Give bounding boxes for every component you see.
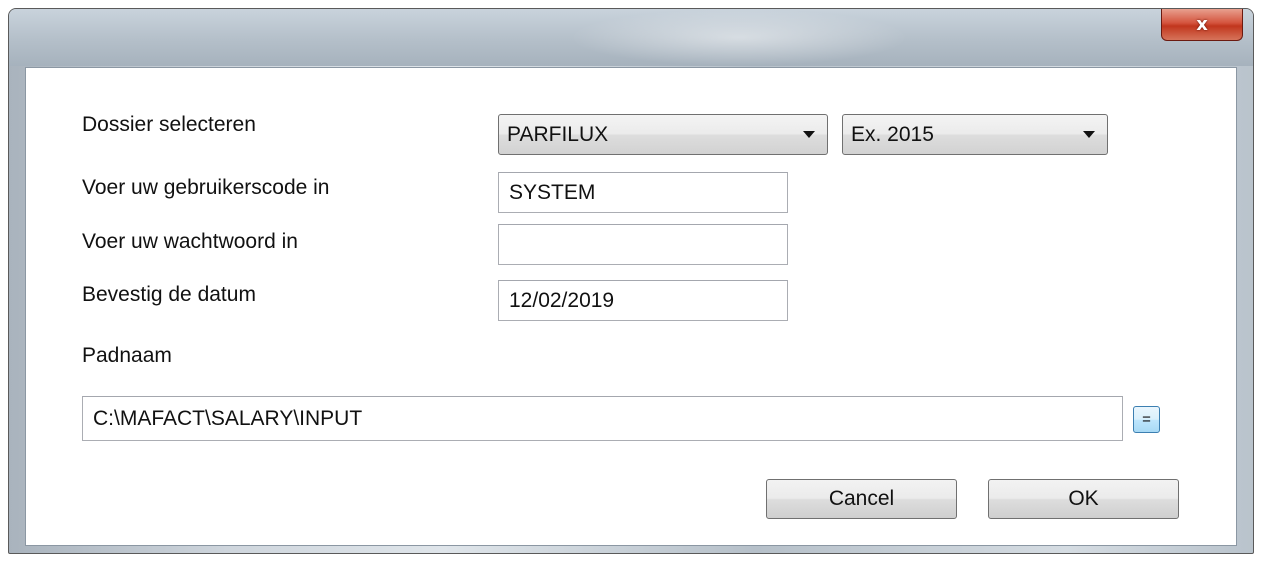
close-button[interactable]: x [1161,9,1243,41]
dialog-client-area: Dossier selecteren PARFILUX Ex. 2015 Voe… [25,67,1237,546]
password-input[interactable] [498,224,788,265]
browse-path-button[interactable]: = [1133,406,1160,433]
dossier-select-value: PARFILUX [507,122,609,146]
exercise-select-value: Ex. 2015 [851,122,934,146]
date-label: Bevestig de datum [82,283,256,306]
user-code-input[interactable]: SYSTEM [498,172,788,213]
dossier-select[interactable]: PARFILUX [498,114,828,155]
chevron-down-icon [803,131,815,138]
path-label: Padnaam [82,344,172,367]
equals-icon: = [1142,411,1151,428]
cancel-button[interactable]: Cancel [766,479,957,519]
chevron-down-icon [1083,131,1095,138]
login-dialog-window: x Dossier selecteren PARFILUX Ex. 2015 V… [8,8,1254,554]
exercise-select[interactable]: Ex. 2015 [842,114,1108,155]
user-code-label: Voer uw gebruikerscode in [82,176,330,199]
title-bar-highlight [569,9,909,66]
dossier-label: Dossier selecteren [82,113,256,136]
close-icon: x [1196,14,1208,35]
password-label: Voer uw wachtwoord in [82,230,298,253]
title-bar[interactable]: x [9,9,1253,66]
path-input[interactable]: C:\MAFACT\SALARY\INPUT [82,396,1123,441]
ok-button[interactable]: OK [988,479,1179,519]
date-input[interactable]: 12/02/2019 [498,280,788,321]
